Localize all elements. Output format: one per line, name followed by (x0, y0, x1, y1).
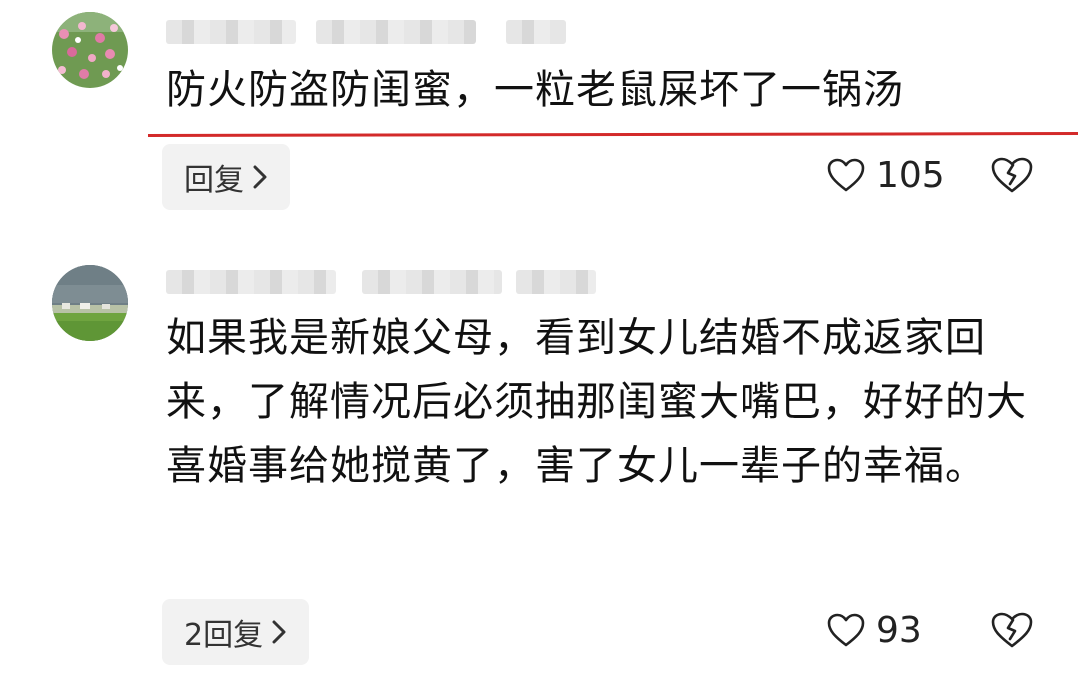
broken-heart-icon (991, 157, 1033, 193)
avatar[interactable] (52, 12, 128, 88)
blurred-username (166, 20, 296, 44)
broken-heart-icon (991, 612, 1033, 648)
comment-text: 如果我是新娘父母，看到女儿结婚不成返家回来，了解情况后必须抽那闺蜜大嘴巴，好好的… (166, 315, 1027, 489)
blurred-username (166, 270, 336, 294)
chevron-right-icon (271, 619, 287, 645)
heart-outline-icon (826, 611, 866, 651)
username[interactable] (166, 18, 586, 46)
reply-label: 回复 (184, 163, 244, 198)
reply-label: 2回复 (184, 618, 264, 653)
reply-button[interactable]: 2回复 (162, 599, 310, 665)
highlight-underline (147, 132, 1078, 137)
blurred-username (316, 20, 476, 44)
comment-item: 防火防盗防闺蜜，一粒老鼠屎坏了一锅汤 回复 105 (0, 0, 1078, 230)
avatar[interactable] (52, 265, 128, 341)
dislike-button[interactable] (990, 609, 1034, 653)
comment-item: 如果我是新娘父母，看到女儿结婚不成返家回来，了解情况后必须抽那闺蜜大嘴巴，好好的… (0, 250, 1078, 680)
chevron-right-icon (252, 164, 268, 190)
blurred-username (362, 270, 502, 294)
username[interactable] (166, 268, 596, 296)
comment-text: 防火防盗防闺蜜，一粒老鼠屎坏了一锅汤 (166, 67, 904, 113)
reply-button[interactable]: 回复 (162, 144, 290, 210)
like-count: 93 (876, 610, 922, 651)
flower-field-avatar-icon (52, 12, 128, 88)
heart-outline-icon (826, 156, 866, 196)
like-count: 105 (876, 155, 945, 196)
dislike-button[interactable] (990, 154, 1034, 198)
like-button[interactable]: 105 (826, 155, 945, 196)
blurred-username (506, 20, 566, 44)
landscape-avatar-icon (52, 265, 128, 341)
blurred-username (516, 270, 596, 294)
like-button[interactable]: 93 (826, 610, 922, 651)
